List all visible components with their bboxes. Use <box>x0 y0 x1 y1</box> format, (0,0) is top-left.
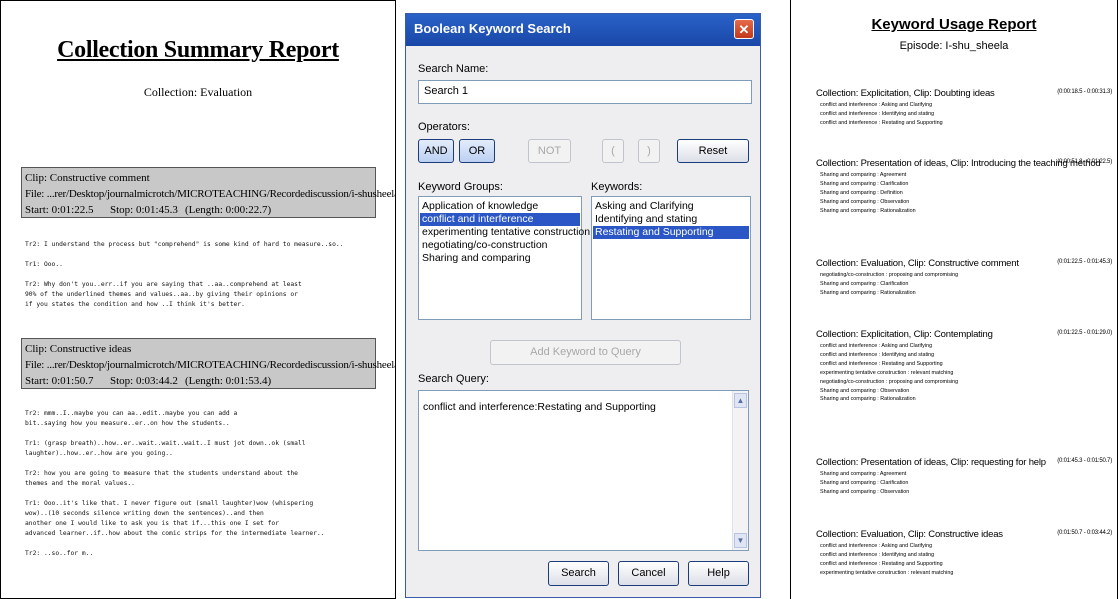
keyword-entry: negotiating/co-construction : proposing … <box>820 272 959 278</box>
clip-stop: Stop: 0:01:45.3 <box>110 204 178 216</box>
search-name-input[interactable]: Search 1 <box>418 80 752 104</box>
keyword-entry: Sharing and comparing : Observation <box>820 198 910 205</box>
search-query-label: Search Query: <box>418 373 489 385</box>
keyword-groups-list[interactable]: Application of knowledge conflict and in… <box>418 196 590 320</box>
clip-transcript: Tr2: I understand the process but "compr… <box>25 241 344 308</box>
keywords-list[interactable]: Asking and Clarifying Identifying and st… <box>591 196 751 320</box>
keyword-entry: Sharing and comparing : Clarification <box>820 180 909 187</box>
help-button[interactable]: Help <box>688 561 749 586</box>
clip-length: (Length: 0:00:22.7) <box>185 204 272 216</box>
search-button[interactable]: Search <box>548 561 609 586</box>
scroll-down-icon[interactable]: ▼ <box>734 533 747 548</box>
clip-transcript: Tr2: mmm..I..maybe you can aa..edit..may… <box>25 410 325 557</box>
keyword-entry: Sharing and comparing : Rationalization <box>820 289 916 296</box>
list-item[interactable]: Asking and Clarifying <box>593 200 749 213</box>
keyword-entry: conflict and interference : Restating an… <box>820 360 943 367</box>
clip-header-box: Clip: Constructive comment File: ...rer/… <box>21 167 395 218</box>
scroll-up-icon[interactable]: ▲ <box>734 393 747 408</box>
open-paren-button[interactable]: ( <box>602 139 624 163</box>
cancel-button[interactable]: Cancel <box>618 561 679 586</box>
not-button[interactable]: NOT <box>528 139 571 163</box>
clip-time-range: (0:01:22.5 - 0:01:29.0) <box>1057 330 1112 336</box>
collection-entry: Collection: Evaluation, Clip: Constructi… <box>816 258 1112 298</box>
keyword-entry: conflict and interference : Asking and C… <box>820 543 933 549</box>
collection-clip-name: Collection: Evaluation, Clip: Constructi… <box>816 258 1019 269</box>
add-keyword-to-query-button[interactable]: Add Keyword to Query <box>490 340 681 365</box>
dialog-titlebar: Boolean Keyword Search ✕ <box>406 14 760 46</box>
clip-stop: Stop: 0:03:44.2 <box>110 375 178 387</box>
search-name-label: Search Name: <box>418 63 489 75</box>
clip-header-box: Clip: Constructive ideas File: ...rer/De… <box>21 338 395 389</box>
clip-length: (Length: 0:01:53.4) <box>185 375 272 387</box>
report-title: Collection Summary Report <box>57 37 339 63</box>
collection-clip-name: Collection: Presentation of ideas, Clip:… <box>816 457 1046 468</box>
keyword-entry: conflict and interference : Restating an… <box>820 119 943 126</box>
or-button[interactable]: OR <box>459 139 495 163</box>
usage-report-episode: Episode: I-shu_sheela <box>899 40 1009 52</box>
list-item[interactable]: Identifying and stating <box>593 213 749 226</box>
keyword-entry: Sharing and comparing : Rationalization <box>820 396 916 403</box>
list-item[interactable]: negotiating/co-construction <box>420 239 580 252</box>
report-collection: Collection: Evaluation <box>143 85 253 99</box>
keyword-entry: conflict and interference : Restating an… <box>820 560 943 567</box>
keyword-groups-label: Keyword Groups: <box>418 181 503 193</box>
list-item[interactable]: Application of knowledge <box>420 200 580 213</box>
clip-time-range: (0:00:51.8 - 0:01:22.5) <box>1057 159 1112 165</box>
keyword-entry: Sharing and comparing : Agreement <box>820 172 907 178</box>
keyword-entry: Sharing and comparing : Observation <box>820 488 910 495</box>
clip-time-range: (0:00:18.5 - 0:00:31.3) <box>1057 89 1112 95</box>
clip-name: Clip: Constructive comment <box>25 172 150 184</box>
keyword-usage-report: Keyword Usage Report Episode: I-shu_shee… <box>790 0 1118 599</box>
search-query-text: conflict and interference:Restating and … <box>423 401 656 413</box>
clip-time-range: (0:01:50.7 - 0:03:44.2) <box>1057 530 1112 536</box>
clip-file-path: File: ...rer/Desktop/journalmicrotch/MIC… <box>25 188 395 200</box>
close-paren-button[interactable]: ) <box>638 139 660 163</box>
collection-clip-name: Collection: Explicitation, Clip: Doubtin… <box>816 88 995 99</box>
collection-summary-report: Collection Summary Report Collection: Ev… <box>0 0 396 599</box>
list-item[interactable]: experimenting tentative construction <box>420 226 590 239</box>
keyword-entry: conflict and interference : Asking and C… <box>820 343 933 349</box>
dialog-title: Boolean Keyword Search <box>414 21 571 36</box>
clip-start: Start: 0:01:50.7 <box>25 375 94 387</box>
collection-clip-name: Collection: Evaluation, Clip: Constructi… <box>816 529 1003 540</box>
usage-report-title: Keyword Usage Report <box>871 16 1037 33</box>
list-item[interactable]: conflict and interference <box>420 213 580 226</box>
keyword-entry: experimenting tentative construction : r… <box>820 569 954 576</box>
collection-entry: Collection: Presentation of ideas, Clip:… <box>816 158 1112 216</box>
clip-time-range: (0:01:22.5 - 0:01:45.3) <box>1057 259 1112 265</box>
close-icon[interactable]: ✕ <box>734 19 754 39</box>
collection-entry: Collection: Explicitation, Clip: Doubtin… <box>816 88 1112 128</box>
list-item[interactable]: Sharing and comparing <box>420 252 580 265</box>
reset-button[interactable]: Reset <box>677 139 749 163</box>
clip-start: Start: 0:01:22.5 <box>25 204 94 216</box>
keyword-entry: conflict and interference : Identifying … <box>820 551 935 558</box>
collection-entry: Collection: Presentation of ideas, Clip:… <box>816 457 1112 497</box>
collection-clip-name: Collection: Explicitation, Clip: Contemp… <box>816 329 993 340</box>
keywords-label: Keywords: <box>591 181 643 193</box>
search-query-textarea[interactable]: conflict and interference:Restating and … <box>418 390 749 551</box>
keyword-entry: negotiating/co-construction : proposing … <box>820 378 959 385</box>
keyword-entry: conflict and interference : Asking and C… <box>820 102 933 108</box>
and-button[interactable]: AND <box>418 139 454 163</box>
keyword-entry: Sharing and comparing : Definition <box>820 189 903 196</box>
boolean-keyword-search-dialog: Boolean Keyword Search ✕ Search Name: Se… <box>405 13 761 598</box>
collection-entry: Collection: Evaluation, Clip: Constructi… <box>816 529 1112 578</box>
clip-times: Start: 0:01:22.5 Stop: 0:01:45.3 (Length: … <box>25 202 372 218</box>
keyword-entry: Sharing and comparing : Observation <box>820 387 910 394</box>
scrollbar[interactable]: ▲ ▼ <box>732 391 748 550</box>
keyword-entry: Sharing and comparing : Rationalization <box>820 207 916 214</box>
clip-name: Clip: Constructive ideas <box>25 343 132 355</box>
clip-file-path: File: ...rer/Desktop/journalmicrotch/MIC… <box>25 359 395 371</box>
keyword-entry: Sharing and comparing : Clarification <box>820 280 909 287</box>
collection-entry: Collection: Explicitation, Clip: Contemp… <box>816 329 1112 404</box>
keyword-entry: conflict and interference : Identifying … <box>820 351 935 358</box>
clip-time-range: (0:01:45.3 - 0:01:50.7) <box>1057 458 1112 464</box>
clip-times: Start: 0:01:50.7 Stop: 0:03:44.2 (Length: … <box>25 373 372 389</box>
keyword-entry: Sharing and comparing : Clarification <box>820 479 909 486</box>
keyword-entry: Sharing and comparing : Agreement <box>820 471 907 477</box>
keyword-entry: conflict and interference : Identifying … <box>820 110 935 117</box>
keyword-entry: experimenting tentative construction : r… <box>820 369 954 376</box>
operators-label: Operators: <box>418 121 470 133</box>
list-item[interactable]: Restating and Supporting <box>593 226 749 239</box>
